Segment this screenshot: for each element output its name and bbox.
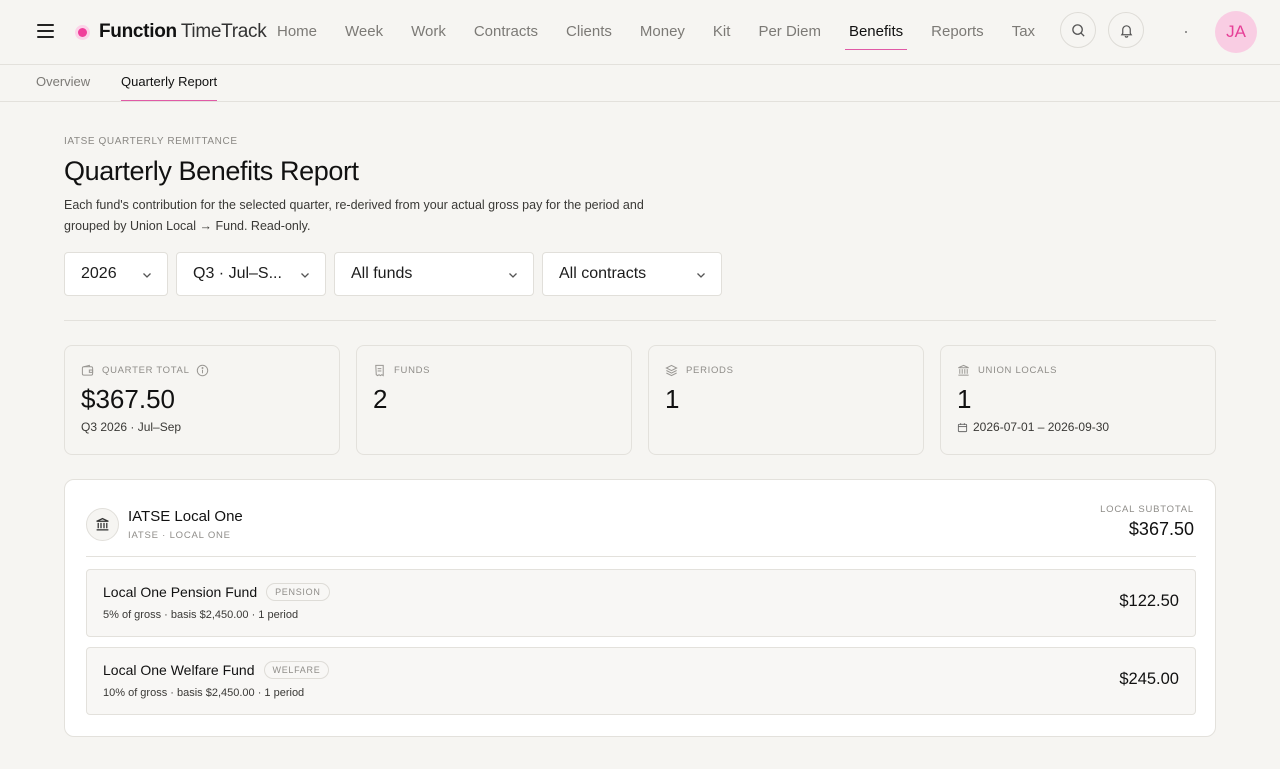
menu-icon[interactable] [37,24,54,40]
funds-select-value: All funds [351,265,413,282]
fund-type-badge: WELFARE [263,661,330,679]
stat-sub-row: 2026-07-01 – 2026-09-30 [957,420,1109,434]
stat-card-periods: PERIODS 1 [648,345,924,455]
nav-reports[interactable]: Reports [917,0,998,65]
stat-value: 2 [373,384,388,414]
year-select-value: 2026 [81,265,117,282]
stat-sub: Q3 2026 · Jul–Sep [81,420,182,434]
fund-row-pension[interactable]: Local One Pension Fund PENSION 5% of gro… [86,569,1196,637]
quarter-select-value: Q3 · Jul–S... [193,265,282,282]
nav-tax[interactable]: Tax [998,0,1049,65]
stat-label: PERIODS [686,365,734,376]
stat-value: 1 [665,384,680,414]
stat-card-funds: FUNDS 2 [356,345,632,455]
nav-contracts[interactable]: Contracts [460,0,552,65]
fund-detail: 5% of gross · basis $2,450.00 · 1 period [103,609,299,621]
local-subtotal-value: $367.50 [1128,519,1194,539]
tab-quarterly-report[interactable]: Quarterly Report [121,65,218,101]
local-sub: IATSE · LOCAL ONE [128,530,231,541]
quarter-select[interactable]: Q3 · Jul–S... [176,252,326,296]
fund-amount: $122.50 [1119,592,1179,610]
building-icon [96,517,109,531]
main-nav: Home Week Work Contracts Clients Money K… [263,0,1049,65]
sub-tabs: Overview Quarterly Report [0,65,1280,102]
fund-type-badge: PENSION [266,583,330,601]
nav-clients[interactable]: Clients [552,0,626,65]
fund-name: Local One Pension Fund [103,584,258,600]
tab-overview[interactable]: Overview [36,65,90,101]
brand-name-light: TimeTrack [180,21,267,42]
stat-label-row: FUNDS [373,364,430,377]
status-dot-icon [1185,31,1187,33]
funds-select[interactable]: All funds [334,252,534,296]
page-title: Quarterly Benefits Report [64,156,359,186]
year-select[interactable]: 2026 [64,252,168,296]
page-description: Each fund's contribution for the selecte… [64,198,644,233]
building-icon [958,364,969,376]
calendar-icon [957,422,968,432]
brand-dot-icon [78,27,87,37]
fund-row-welfare[interactable]: Local One Welfare Fund WELFARE 10% of gr… [86,647,1196,715]
stat-card-quarter-total: QUARTER TOTAL $367.50 Q3 2026 · Jul–Sep [64,345,340,455]
chevron-down-icon [301,273,309,278]
stat-label-row: UNION LOCALS [957,364,1057,377]
stat-label: UNION LOCALS [978,365,1058,376]
stat-label: FUNDS [394,365,431,376]
bell-icon [1120,24,1132,38]
section-divider [64,320,1216,321]
nav-money[interactable]: Money [626,0,699,65]
local-name: IATSE Local One [128,508,243,525]
stat-value: 1 [957,384,972,414]
stat-label-row: PERIODS [665,364,734,377]
nav-per-diem[interactable]: Per Diem [744,0,835,65]
stat-value: $367.50 [81,384,175,414]
contracts-select-value: All contracts [559,265,647,282]
fund-detail: 10% of gross · basis $2,450.00 · 1 perio… [103,687,305,699]
fund-name-row: Local One Welfare Fund WELFARE [103,661,330,679]
chevron-down-icon [509,273,517,278]
notifications-button[interactable] [1108,12,1144,48]
layers-icon [665,364,678,377]
wallet-icon [81,364,94,376]
panel-divider [86,556,1196,557]
search-icon [1071,23,1085,37]
stat-label-row: QUARTER TOTAL [81,364,217,377]
nav-work[interactable]: Work [397,0,460,65]
nav-week[interactable]: Week [331,0,397,65]
nav-home[interactable]: Home [263,0,331,65]
fund-name: Local One Welfare Fund [103,662,255,678]
contracts-select[interactable]: All contracts [542,252,722,296]
fund-amount: $245.00 [1119,670,1179,688]
nav-benefits[interactable]: Benefits [835,0,917,65]
info-icon[interactable] [196,364,209,377]
avatar[interactable]: JA [1215,11,1257,53]
nav-kit[interactable]: Kit [699,0,745,65]
stat-card-union-locals: UNION LOCALS 1 2026-07-01 – 2026-09-30 [940,345,1216,455]
fund-name-row: Local One Pension Fund PENSION [103,583,330,601]
chevron-down-icon [697,273,705,278]
stat-label: QUARTER TOTAL [102,365,190,376]
chevron-down-icon [143,273,151,278]
brand-logo[interactable]: Function TimeTrack [78,20,267,44]
stat-date-range: 2026-07-01 – 2026-09-30 [973,420,1110,434]
receipt-icon [375,364,384,377]
top-bar: Function TimeTrack Home Week Work Contra… [0,0,1280,65]
search-button[interactable] [1060,12,1096,48]
local-subtotal-label: LOCAL SUBTOTAL [1100,504,1194,515]
local-icon [86,508,119,541]
union-local-panel: IATSE Local One IATSE · LOCAL ONE LOCAL … [64,479,1216,737]
page-eyebrow: IATSE QUARTERLY REMITTANCE [64,136,238,147]
brand-name-strong: Function [99,21,177,42]
